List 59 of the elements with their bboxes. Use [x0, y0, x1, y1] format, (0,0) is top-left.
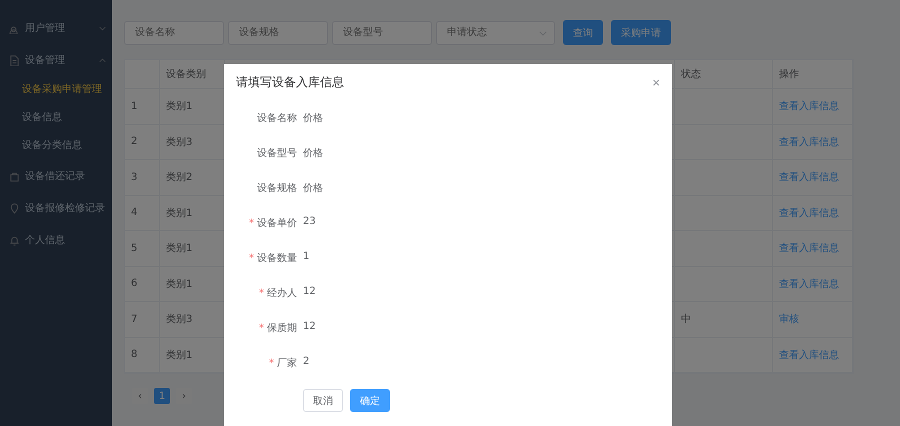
- row-action-link[interactable]: 审核: [779, 312, 799, 326]
- search-field[interactable]: 设备规格: [228, 20, 328, 44]
- form-value: 价格: [303, 112, 323, 125]
- table-cell: 4: [125, 196, 160, 230]
- table-cell: 6: [125, 266, 160, 301]
- menu-icon: [9, 170, 20, 182]
- column-header: 状态: [675, 60, 773, 88]
- row-action-link[interactable]: 查看入库信息: [779, 276, 839, 291]
- dialog-title: 请填写设备入库信息: [236, 74, 344, 91]
- table-cell-text: 中: [681, 312, 691, 326]
- form-label: * 厂家: [268, 356, 297, 370]
- row-action-link[interactable]: 查看入库信息: [779, 99, 839, 114]
- confirm-button[interactable]: 确定: [350, 389, 390, 412]
- table-cell: 7: [125, 302, 160, 336]
- chevron-icon: [539, 30, 547, 36]
- menu-item[interactable]: 设备管理: [0, 44, 112, 76]
- form-label: 设备规格: [256, 182, 297, 195]
- form-value: 23: [303, 216, 316, 227]
- form-label: 设备型号: [256, 146, 297, 160]
- search-field[interactable]: 设备型号: [332, 20, 432, 44]
- submenu-item[interactable]: 设备分类信息: [0, 132, 112, 160]
- submenu-item[interactable]: 设备信息: [0, 104, 112, 132]
- row-action-link[interactable]: 查看入库信息: [779, 134, 839, 149]
- column-header: 操作: [773, 60, 853, 88]
- row-action-link[interactable]: 查看入库信息: [779, 241, 839, 256]
- form-label: * 保质期: [258, 322, 297, 335]
- apply-button[interactable]: 采购申请: [611, 20, 671, 45]
- form-value: 2: [303, 356, 310, 367]
- cancel-button[interactable]: 取消: [303, 389, 343, 412]
- menu-item[interactable]: 个人信息: [0, 224, 112, 256]
- form-label: 设备名称: [256, 112, 297, 125]
- table-cell: 2: [125, 124, 160, 159]
- search-field[interactable]: 设备名称: [124, 20, 224, 44]
- row-action-link[interactable]: 查看入库信息: [779, 348, 839, 362]
- form-label: * 设备数量: [248, 252, 297, 265]
- form-label: * 经办人: [258, 286, 297, 300]
- form-value: 价格: [303, 146, 323, 160]
- menu-icon: [9, 54, 20, 66]
- form-value: 12: [303, 321, 316, 332]
- close-button[interactable]: ×: [652, 75, 660, 90]
- menu-icon: [9, 202, 20, 214]
- form-value: 12: [303, 286, 316, 297]
- menu-item[interactable]: 用户管理: [0, 12, 112, 44]
- table-cell: 8: [125, 338, 160, 372]
- status-select[interactable]: 申请状态: [436, 20, 555, 44]
- menu-icon: [9, 234, 20, 246]
- form-value: 价格: [303, 182, 323, 195]
- menu-item[interactable]: 设备报修检修记录: [0, 192, 112, 224]
- table-cell: 3: [125, 160, 160, 194]
- form-label: * 设备单价: [248, 216, 297, 230]
- query-button[interactable]: 查询: [563, 20, 603, 45]
- page-button[interactable]: 1: [154, 388, 170, 404]
- submenu-item[interactable]: 设备采购申请管理: [0, 76, 112, 104]
- form-value: 1: [303, 251, 310, 262]
- table-cell: 5: [125, 231, 160, 266]
- row-action-link[interactable]: 查看入库信息: [779, 170, 839, 184]
- menu-item[interactable]: 设备借还记录: [0, 160, 112, 192]
- row-action-link[interactable]: 查看入库信息: [779, 206, 839, 220]
- table-cell: 1: [125, 89, 160, 124]
